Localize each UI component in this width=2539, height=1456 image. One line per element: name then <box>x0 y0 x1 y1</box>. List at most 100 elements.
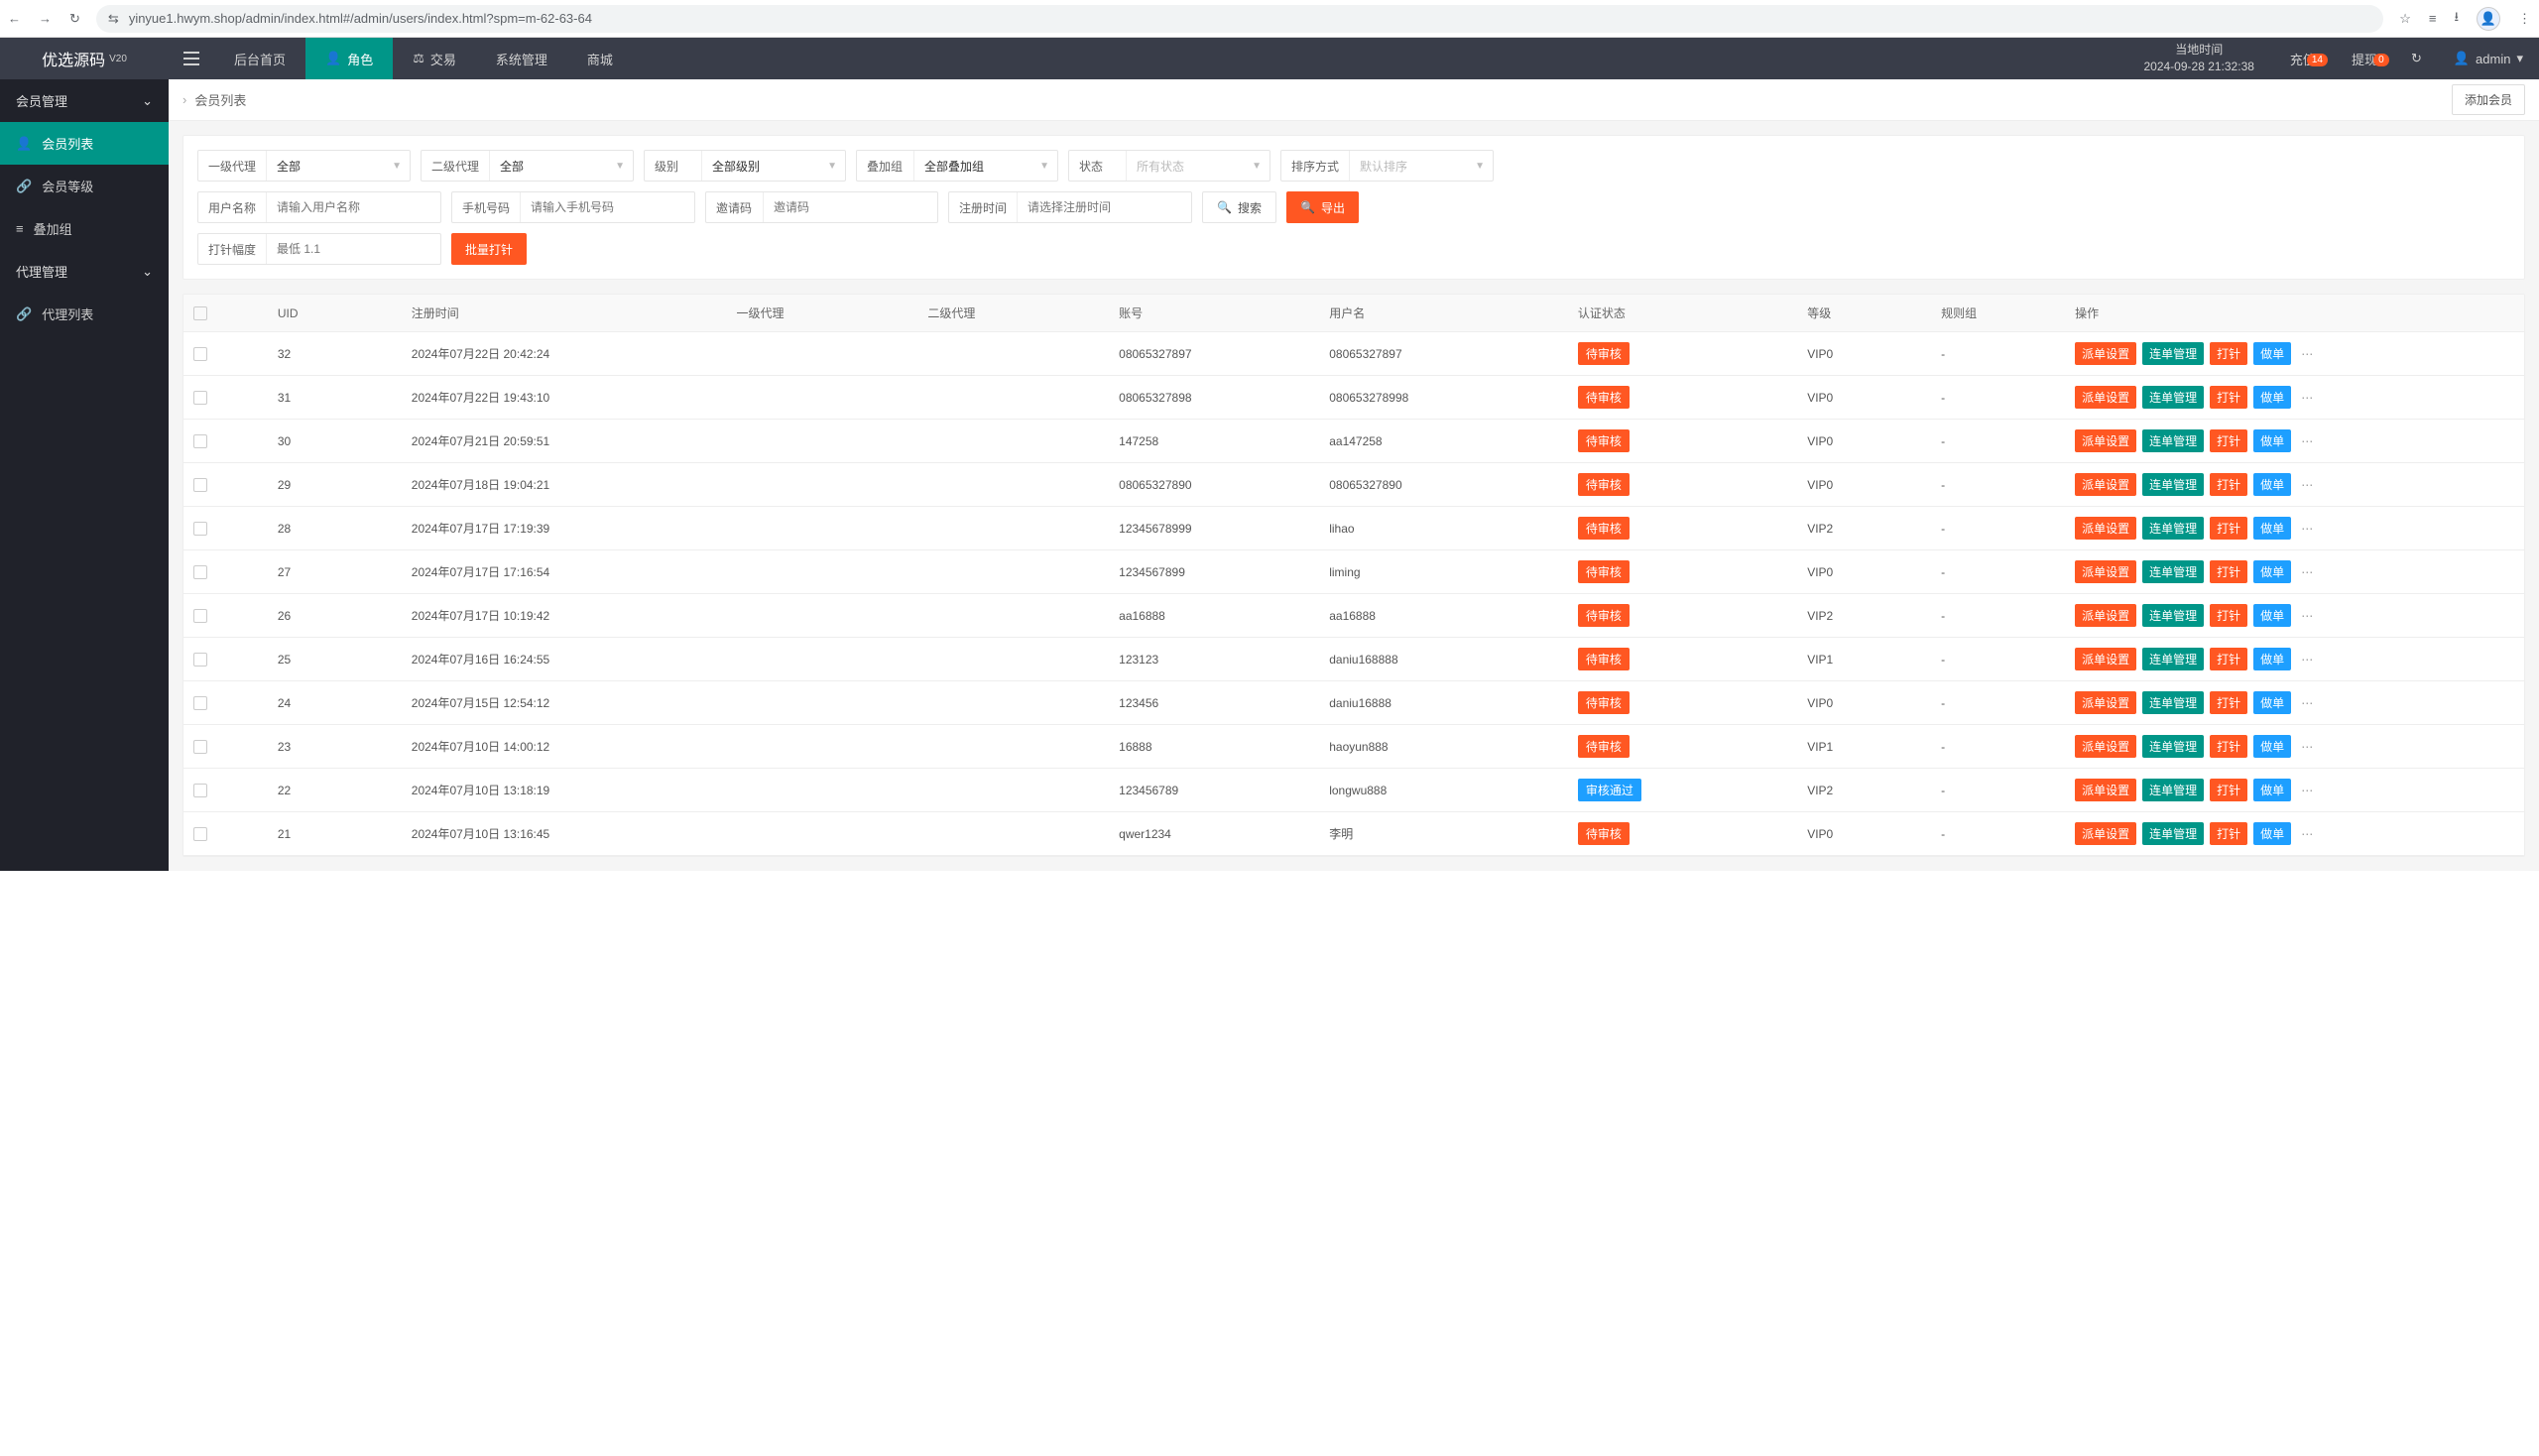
dispatch-button[interactable]: 派单设置 <box>2075 473 2136 496</box>
chain-button[interactable]: 连单管理 <box>2142 604 2204 627</box>
make-button[interactable]: 做单 <box>2253 560 2291 583</box>
profile-icon[interactable]: 👤 <box>2477 7 2500 31</box>
download-icon[interactable]: ⭳ <box>2454 8 2459 30</box>
more-icon[interactable]: ⋯ <box>2297 347 2317 361</box>
menu-icon[interactable]: ⋮ <box>2518 11 2531 27</box>
make-button[interactable]: 做单 <box>2253 691 2291 714</box>
site-info-icon[interactable]: ⇆ <box>108 11 119 27</box>
invite-input[interactable] <box>764 192 937 222</box>
dispatch-button[interactable]: 派单设置 <box>2075 648 2136 670</box>
phone-input[interactable] <box>521 192 694 222</box>
nav-reload-icon[interactable]: ↻ <box>69 11 80 27</box>
chain-button[interactable]: 连单管理 <box>2142 473 2204 496</box>
chain-button[interactable]: 连单管理 <box>2142 648 2204 670</box>
inject-button[interactable]: 打针 <box>2210 429 2247 452</box>
inject-button[interactable]: 打针 <box>2210 691 2247 714</box>
chain-button[interactable]: 连单管理 <box>2142 779 2204 801</box>
sidebar-item-userlist[interactable]: 👤 会员列表 <box>0 122 169 165</box>
nav-trade[interactable]: ⚖ 交易 <box>393 38 476 79</box>
select-all-checkbox[interactable] <box>193 306 207 320</box>
star-icon[interactable]: ☆ <box>2399 11 2411 27</box>
row-checkbox[interactable] <box>193 565 207 579</box>
more-icon[interactable]: ⋯ <box>2297 653 2317 667</box>
more-icon[interactable]: ⋯ <box>2297 565 2317 579</box>
row-checkbox[interactable] <box>193 391 207 405</box>
chain-button[interactable]: 连单管理 <box>2142 342 2204 365</box>
sidebar-group-members[interactable]: 会员管理 ⌄ <box>0 79 169 122</box>
filter-overlay[interactable]: 叠加组 全部叠加组▼ <box>856 150 1058 182</box>
more-icon[interactable]: ⋯ <box>2297 391 2317 405</box>
withdraw-link[interactable]: 提现 0 <box>2334 50 2395 68</box>
sidebar-toggle-icon[interactable] <box>169 52 214 65</box>
filter-agent2[interactable]: 二级代理 全部▼ <box>421 150 634 182</box>
more-icon[interactable]: ⋯ <box>2297 478 2317 492</box>
make-button[interactable]: 做单 <box>2253 473 2291 496</box>
row-checkbox[interactable] <box>193 347 207 361</box>
sidebar-item-agentlist[interactable]: 🔗 代理列表 <box>0 293 169 335</box>
dispatch-button[interactable]: 派单设置 <box>2075 735 2136 758</box>
add-member-button[interactable]: 添加会员 <box>2452 84 2525 115</box>
sidebar-item-overlay[interactable]: ≡ 叠加组 <box>0 207 169 250</box>
sidebar-group-agents[interactable]: 代理管理 ⌄ <box>0 250 169 293</box>
inject-button[interactable]: 打针 <box>2210 517 2247 540</box>
dispatch-button[interactable]: 派单设置 <box>2075 386 2136 409</box>
make-button[interactable]: 做单 <box>2253 517 2291 540</box>
inject-button[interactable]: 打针 <box>2210 822 2247 845</box>
row-checkbox[interactable] <box>193 827 207 841</box>
filter-agent1[interactable]: 一级代理 全部▼ <box>197 150 411 182</box>
dispatch-button[interactable]: 派单设置 <box>2075 342 2136 365</box>
dispatch-button[interactable]: 派单设置 <box>2075 429 2136 452</box>
make-button[interactable]: 做单 <box>2253 648 2291 670</box>
chain-button[interactable]: 连单管理 <box>2142 429 2204 452</box>
inject-button[interactable]: 打针 <box>2210 473 2247 496</box>
row-checkbox[interactable] <box>193 434 207 448</box>
inject-button[interactable]: 打针 <box>2210 735 2247 758</box>
url-bar[interactable]: ⇆ yinyue1.hwym.shop/admin/index.html#/ad… <box>96 5 2383 33</box>
dispatch-button[interactable]: 派单设置 <box>2075 779 2136 801</box>
inject-button[interactable]: 打针 <box>2210 342 2247 365</box>
more-icon[interactable]: ⋯ <box>2297 784 2317 797</box>
search-button[interactable]: 🔍 搜索 <box>1202 191 1276 223</box>
nav-mall[interactable]: 商城 <box>567 38 633 79</box>
nav-forward-icon[interactable]: → <box>39 11 52 26</box>
user-menu[interactable]: 👤 admin ▾ <box>2438 51 2539 66</box>
row-checkbox[interactable] <box>193 784 207 797</box>
export-button[interactable]: 🔍 导出 <box>1286 191 1359 223</box>
make-button[interactable]: 做单 <box>2253 604 2291 627</box>
filter-status[interactable]: 状态 所有状态▼ <box>1068 150 1270 182</box>
inject-button[interactable]: 打针 <box>2210 386 2247 409</box>
list-icon[interactable]: ≡ <box>2429 11 2437 26</box>
chain-button[interactable]: 连单管理 <box>2142 517 2204 540</box>
nav-back-icon[interactable]: ← <box>8 11 21 26</box>
row-checkbox[interactable] <box>193 478 207 492</box>
chain-button[interactable]: 连单管理 <box>2142 691 2204 714</box>
chain-button[interactable]: 连单管理 <box>2142 735 2204 758</box>
filter-sort[interactable]: 排序方式 默认排序▼ <box>1280 150 1494 182</box>
row-checkbox[interactable] <box>193 740 207 754</box>
nav-sysmgr[interactable]: 系统管理 <box>476 38 567 79</box>
nav-role[interactable]: 👤 角色 <box>305 38 393 79</box>
recharge-link[interactable]: 充值 14 <box>2272 50 2334 68</box>
refresh-icon[interactable]: ↻ <box>2395 51 2438 66</box>
sidebar-item-levels[interactable]: 🔗 会员等级 <box>0 165 169 207</box>
chain-button[interactable]: 连单管理 <box>2142 386 2204 409</box>
chain-button[interactable]: 连单管理 <box>2142 560 2204 583</box>
inject-button[interactable]: 打针 <box>2210 560 2247 583</box>
chain-button[interactable]: 连单管理 <box>2142 822 2204 845</box>
inject-button[interactable]: 打针 <box>2210 779 2247 801</box>
make-button[interactable]: 做单 <box>2253 822 2291 845</box>
row-checkbox[interactable] <box>193 609 207 623</box>
make-button[interactable]: 做单 <box>2253 429 2291 452</box>
nav-home[interactable]: 后台首页 <box>214 38 305 79</box>
make-button[interactable]: 做单 <box>2253 735 2291 758</box>
dispatch-button[interactable]: 派单设置 <box>2075 604 2136 627</box>
make-button[interactable]: 做单 <box>2253 779 2291 801</box>
more-icon[interactable]: ⋯ <box>2297 740 2317 754</box>
filter-level[interactable]: 级别 全部级别▼ <box>644 150 846 182</box>
more-icon[interactable]: ⋯ <box>2297 696 2317 710</box>
dispatch-button[interactable]: 派单设置 <box>2075 517 2136 540</box>
more-icon[interactable]: ⋯ <box>2297 434 2317 448</box>
inject-button[interactable]: 打针 <box>2210 604 2247 627</box>
more-icon[interactable]: ⋯ <box>2297 827 2317 841</box>
username-input[interactable] <box>267 192 440 222</box>
